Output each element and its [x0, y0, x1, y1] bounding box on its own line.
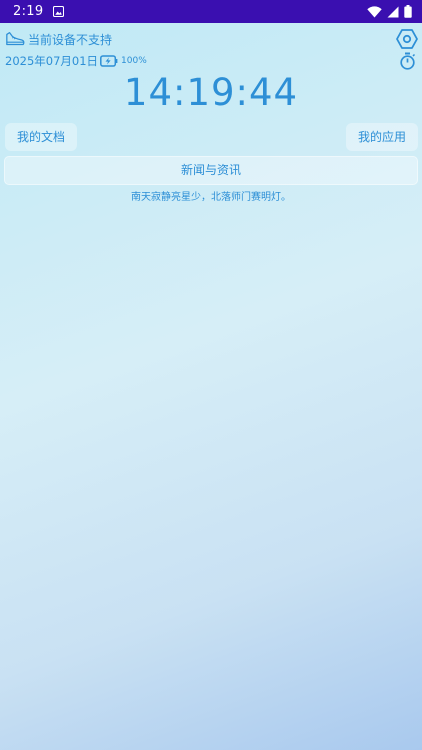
status-bar: 2:19 — [0, 0, 422, 23]
signal-icon — [387, 6, 399, 17]
poem-text: 南天寂静亮星少，北落师门赛明灯。 — [131, 192, 291, 203]
wifi-icon — [367, 5, 382, 17]
status-time: 2:19 — [13, 4, 44, 19]
battery-percent: 100% — [121, 56, 147, 66]
status-right — [367, 5, 412, 18]
stopwatch-icon[interactable] — [399, 52, 416, 70]
date-text: 2025年07月01日 — [5, 54, 99, 68]
step-counter: 当前设备不支持 — [5, 30, 112, 48]
my-apps-button[interactable]: 我的应用 — [345, 123, 418, 151]
header-top-row: 当前设备不支持 — [5, 28, 418, 50]
my-documents-button[interactable]: 我的文档 — [5, 123, 78, 151]
battery-icon — [404, 5, 412, 18]
image-notification-icon — [53, 6, 65, 17]
step-status-text: 当前设备不支持 — [28, 32, 113, 47]
battery-charging-icon — [100, 55, 118, 67]
status-left: 2:19 — [13, 4, 65, 19]
shoe-icon — [6, 32, 25, 46]
date-row: 2025年07月01日 100% — [5, 53, 147, 69]
news-button[interactable]: 新闻与资讯 — [4, 156, 418, 185]
hexagon-settings-icon[interactable] — [396, 28, 418, 50]
digital-clock: 14:19:44 — [123, 71, 299, 114]
